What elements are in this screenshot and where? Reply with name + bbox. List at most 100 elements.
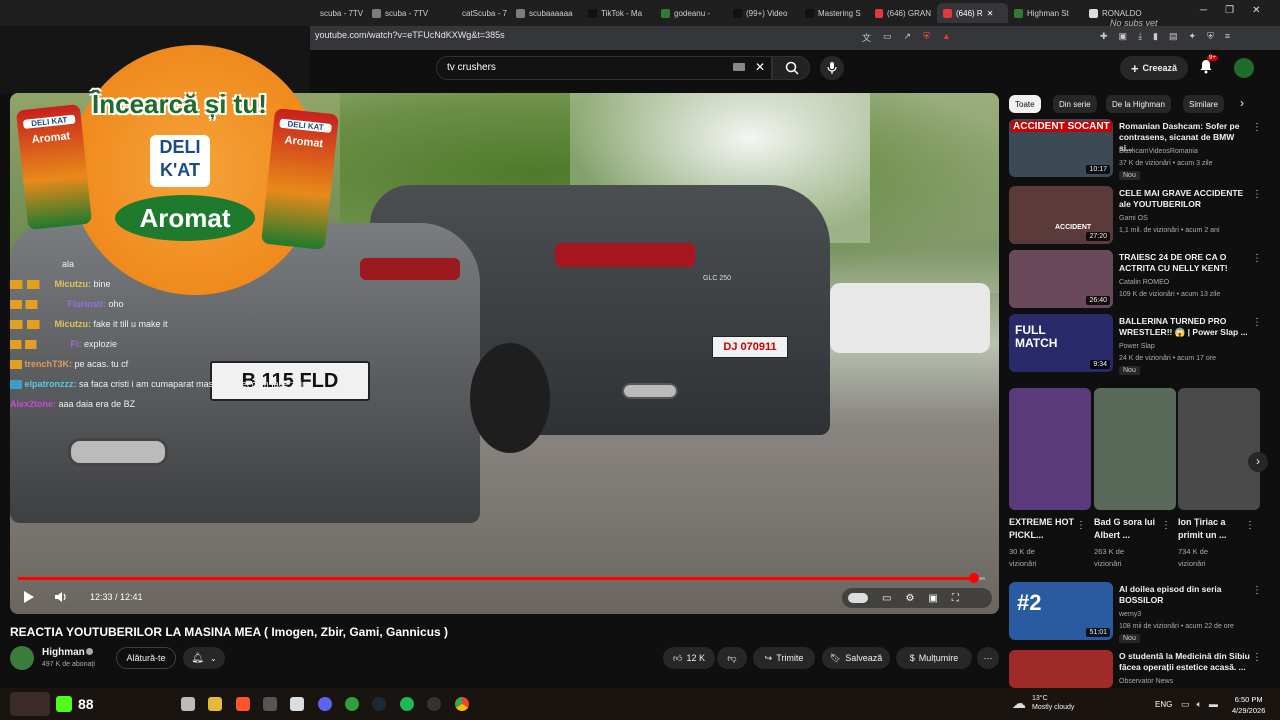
browser-tab[interactable]: godeanu - [655, 3, 727, 23]
download-icon[interactable]: ⤓ [1138, 31, 1142, 42]
puzzle-icon[interactable]: ✚ [1100, 31, 1108, 42]
join-button[interactable]: Alătură-te [116, 647, 176, 669]
obs-icon[interactable] [427, 697, 441, 711]
minimize-icon[interactable]: ─ [1200, 5, 1207, 16]
browser-tab[interactable]: (99+) Video [727, 3, 799, 23]
short-thumbnail[interactable] [1009, 388, 1091, 510]
maximize-icon[interactable]: ❐ [1225, 5, 1234, 16]
save-button[interactable]: 🔖︎ Salvează [822, 647, 890, 669]
short-thumbnail[interactable] [1178, 388, 1260, 510]
wallet-icon[interactable]: ▤ [1169, 31, 1178, 42]
share-page-icon[interactable]: ↗ [904, 31, 912, 44]
rec-channel[interactable]: wemy3 [1119, 610, 1254, 620]
search-button[interactable] [772, 56, 810, 80]
app-icon[interactable] [263, 697, 277, 711]
steam-icon[interactable] [372, 697, 386, 711]
chips-next-button[interactable]: › [1240, 96, 1244, 110]
subtitles-icon[interactable]: ▭ [882, 593, 891, 604]
rec-title[interactable]: O studentă la Medicină din Sibiu făcea o… [1119, 651, 1254, 673]
close-window-icon[interactable]: ✕ [1252, 5, 1260, 16]
rec-channel[interactable]: Power Slap [1119, 342, 1254, 352]
network-icon[interactable]: ▭ [1181, 699, 1190, 710]
close-tab-icon[interactable]: ✕ [987, 9, 994, 18]
more-actions-button[interactable]: ⋯ [977, 647, 999, 669]
search-input[interactable]: tv crushers ✕ [436, 56, 772, 80]
chip-all[interactable]: Toate [1009, 95, 1041, 113]
rec-thumbnail[interactable]: FULL MATCH 9:34 [1009, 314, 1113, 372]
rec-more-icon[interactable]: ⋮ [1252, 189, 1262, 200]
browser-tab[interactable]: (646) GRAN [869, 3, 937, 23]
short-title[interactable]: Bad G sora lui Albert ... [1094, 516, 1164, 542]
browser-tab[interactable]: scuba - 7TV [366, 3, 452, 23]
clear-search-icon[interactable]: ✕ [755, 60, 765, 74]
volume-button[interactable] [54, 590, 68, 609]
rec-more-icon[interactable]: ⋮ [1252, 317, 1262, 328]
rec-thumbnail[interactable]: ACCIDENT 27:20 [1009, 186, 1113, 244]
chip-similar[interactable]: Similare [1183, 95, 1224, 113]
rec-channel[interactable]: Gami OS [1119, 214, 1254, 224]
rec-thumbnail[interactable]: ACCIDENT SOCANT 10:17 [1009, 119, 1113, 177]
short-title[interactable]: Ion Țiriac a primit un ... [1178, 516, 1248, 542]
battery-icon[interactable]: ▬ [1209, 699, 1218, 710]
rec-thumbnail[interactable]: #2 51:01 [1009, 582, 1113, 640]
start-icon[interactable] [181, 697, 195, 711]
rec-title[interactable]: TRAIESC 24 DE ORE CA O ACTRITA CU NELLY … [1119, 252, 1249, 274]
channel-name[interactable]: Highman [42, 647, 85, 658]
rec-more-icon[interactable]: ⋮ [1252, 585, 1262, 596]
sidebar-icon[interactable]: ▮ [1153, 31, 1158, 42]
rec-channel[interactable]: Observator News [1119, 677, 1254, 687]
voice-search-button[interactable] [820, 56, 844, 80]
weather-widget[interactable]: ☁ 13°C Mostly cloudy [1012, 694, 1074, 712]
short-title[interactable]: EXTREME HOT PICKL... [1009, 516, 1079, 542]
browser-tab[interactable]: TikTok - Ma [582, 3, 655, 23]
browser-tab[interactable]: scuba - 7TV [310, 3, 366, 23]
settings-icon[interactable]: ⚙ [905, 593, 914, 604]
fullscreen-icon[interactable]: ⛶ [952, 593, 959, 604]
short-thumbnail[interactable] [1094, 388, 1176, 510]
rec-channel[interactable]: Catalin ROMEO [1119, 278, 1254, 288]
browser-tab[interactable]: Highman St [1008, 3, 1083, 23]
xbox-icon[interactable] [345, 697, 359, 711]
share-button[interactable]: ↪ Trimite [753, 647, 815, 669]
chip-from-channel[interactable]: De la Highman [1106, 95, 1171, 113]
browser-tab[interactable]: (646) R ✕ [937, 3, 1008, 23]
taskbar-clock[interactable]: 6:50 PM 4/29/2026 [1232, 694, 1265, 716]
progress-bar[interactable] [18, 573, 985, 583]
rec-channel[interactable]: DashcamVideosRomania [1119, 147, 1254, 157]
rec-more-icon[interactable]: ⋮ [1252, 122, 1262, 133]
short-more-icon[interactable]: ⋮ [1245, 520, 1255, 531]
spotify-icon[interactable] [400, 697, 414, 711]
vpn-icon[interactable]: ⛨ [1207, 31, 1214, 42]
short-more-icon[interactable]: ⋮ [1076, 520, 1086, 531]
brave-shield-icon[interactable]: ⛨ [923, 31, 930, 44]
short-more-icon[interactable]: ⋮ [1161, 520, 1171, 531]
menu-icon[interactable]: ≡ [1225, 31, 1230, 42]
file-explorer-icon[interactable] [208, 697, 222, 711]
rec-thumbnail[interactable]: 26:40 [1009, 250, 1113, 308]
url-field[interactable]: youtube.com/watch?v=eTFUcNdKXWg&t=385s [315, 30, 505, 40]
shorts-next-button[interactable]: › [1248, 452, 1268, 472]
account-avatar[interactable] [1234, 58, 1254, 78]
like-button[interactable]: 👍︎ 12 K [663, 647, 715, 669]
notifications-button[interactable]: 9+ [1198, 55, 1218, 76]
brave-icon[interactable] [236, 697, 250, 711]
dislike-button[interactable]: 👎︎ [717, 647, 747, 669]
rec-title[interactable]: CELE MAI GRAVE ACCIDENTE ale YOUTUBERILO… [1119, 188, 1249, 210]
channel-avatar[interactable] [10, 646, 34, 670]
rec-more-icon[interactable]: ⋮ [1252, 253, 1262, 264]
browser-tab[interactable]: scubaaaaaa [510, 3, 582, 23]
play-button[interactable] [22, 590, 36, 609]
rec-title[interactable]: Al doilea episod din seria BOSSILOR [1119, 584, 1249, 606]
rec-thumbnail[interactable] [1009, 650, 1113, 688]
discord-icon[interactable] [318, 697, 332, 711]
screenshot-icon[interactable]: ▭ [883, 31, 892, 44]
create-button[interactable]: + Creează [1120, 56, 1188, 80]
keyboard-icon[interactable] [733, 63, 745, 71]
speaker-icon[interactable]: 🔈︎ [1197, 699, 1202, 710]
rec-title[interactable]: BALLERINA TURNED PRO WRESTLER!! 😱 | Powe… [1119, 316, 1249, 338]
thanks-button[interactable]: $ Mulțumire [896, 647, 972, 669]
tab-icon[interactable]: ▣ [1119, 31, 1128, 42]
miniplayer-icon[interactable]: ▣ [928, 593, 937, 604]
browser-tab[interactable]: Mastering S [799, 3, 869, 23]
chip-series[interactable]: Din serie [1053, 95, 1097, 113]
